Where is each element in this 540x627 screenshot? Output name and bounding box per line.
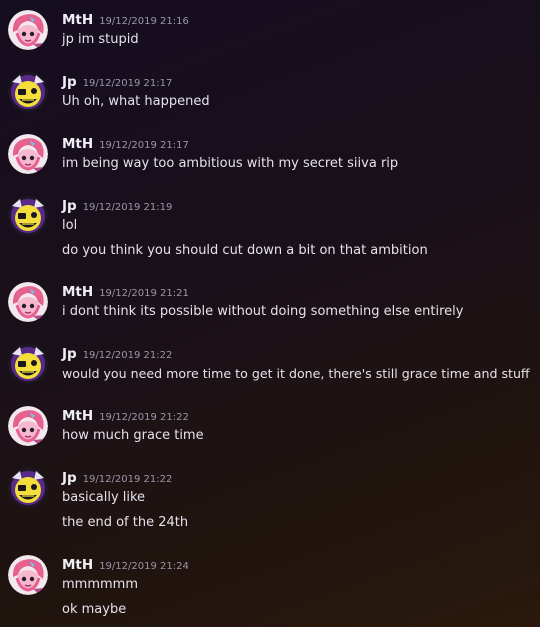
message-text: ok maybe — [62, 602, 127, 617]
jp-avatar-icon[interactable] — [8, 196, 48, 236]
username[interactable]: MtH — [62, 408, 93, 424]
username[interactable]: Jp — [62, 346, 77, 362]
mth-avatar-icon[interactable] — [8, 555, 48, 595]
timestamp: 19/12/2019 21:19 — [82, 202, 173, 213]
timestamp: 19/12/2019 21:24 — [99, 561, 189, 572]
username[interactable]: Jp — [62, 470, 77, 486]
message-text: do you think you should cut down a bit o… — [62, 243, 428, 258]
mth-avatar-icon[interactable] — [8, 282, 48, 322]
timestamp: 19/12/2019 21:22 — [82, 350, 173, 361]
timestamp: 19/12/2019 21:22 — [99, 412, 189, 423]
message-text: the end of the 24th — [62, 515, 189, 530]
jp-avatar-icon[interactable] — [8, 72, 48, 112]
message-text: Uh oh, what happened — [62, 94, 210, 109]
username[interactable]: MtH — [62, 12, 93, 28]
timestamp: 19/12/2019 21:17 — [99, 140, 189, 151]
message-text: jp im stupid — [62, 32, 139, 47]
mth-avatar-icon[interactable] — [8, 134, 48, 174]
username[interactable]: MtH — [62, 284, 93, 300]
timestamp: 19/12/2019 21:17 — [82, 78, 173, 89]
message-text: mmmmmm — [62, 577, 138, 592]
username[interactable]: MtH — [62, 557, 93, 573]
username[interactable]: Jp — [62, 198, 77, 214]
timestamp: 19/12/2019 21:21 — [99, 288, 189, 299]
chat-log: MtH 19/12/2019 21:16 jp im stupid Jp 19/12… — [0, 0, 540, 627]
message-text: would you need more time to get it done,… — [62, 366, 530, 381]
jp-avatar-icon[interactable] — [8, 344, 48, 384]
username[interactable]: Jp — [62, 74, 77, 90]
message-text: basically like — [62, 490, 146, 505]
message-text: lol — [62, 218, 78, 233]
timestamp: 19/12/2019 21:22 — [82, 474, 173, 485]
mth-avatar-icon[interactable] — [8, 10, 48, 50]
jp-avatar-icon[interactable] — [8, 468, 48, 508]
timestamp: 19/12/2019 21:16 — [99, 16, 189, 27]
mth-avatar-icon[interactable] — [8, 406, 48, 446]
message-text: how much grace time — [62, 428, 204, 443]
message-text: im being way too ambitious with my secre… — [62, 156, 399, 171]
message-text: i dont think its possible without doing … — [62, 304, 464, 319]
username[interactable]: MtH — [62, 136, 93, 152]
